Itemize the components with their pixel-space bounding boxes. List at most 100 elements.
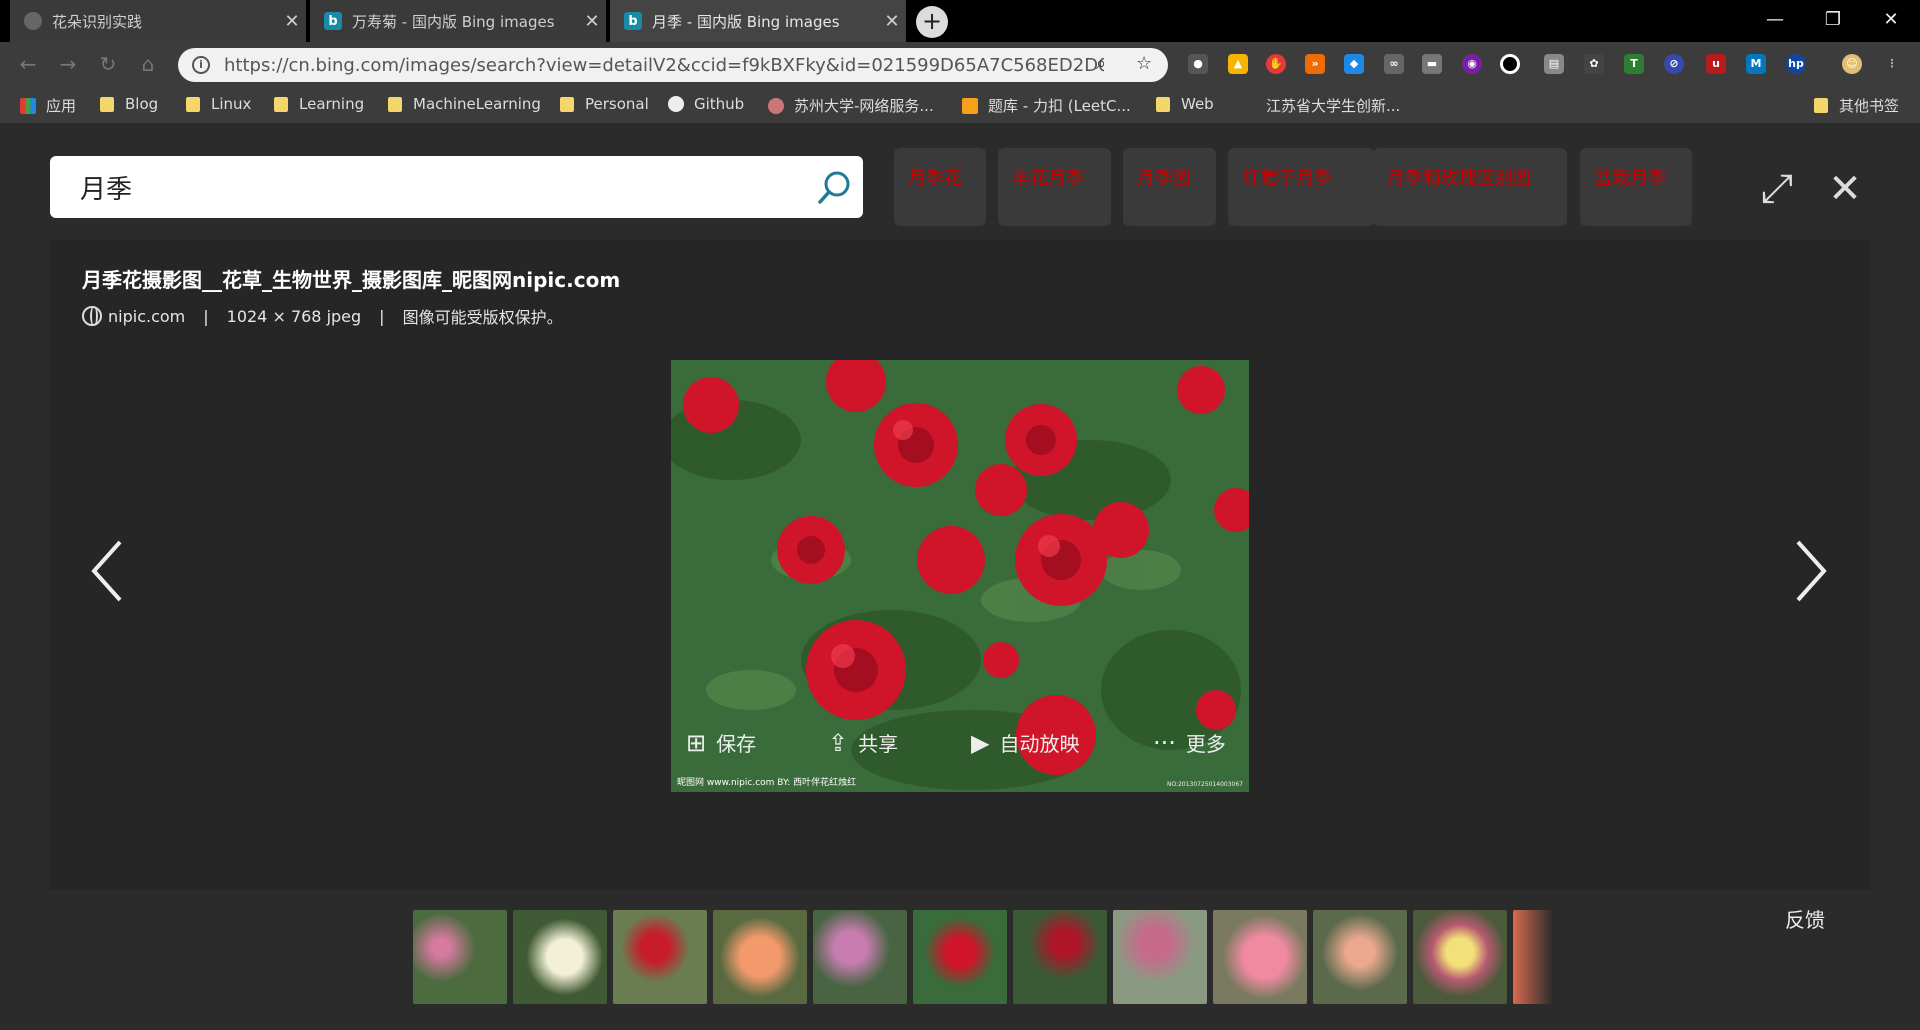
copyright-note: 图像可能受版权保护。 xyxy=(402,308,563,327)
thumbnail[interactable] xyxy=(413,910,507,1004)
divider: | xyxy=(379,306,385,326)
expand-icon[interactable]: ⤢ xyxy=(1752,164,1802,214)
extension-gnome-icon[interactable]: ✿ xyxy=(1584,54,1604,74)
thumbnail[interactable] xyxy=(613,910,707,1004)
image-detail-overlay: 月季 月季花 丰花月季 月季图 红帽子月季 月季和玫瑰区别图 盆栽月季 ⤢ ✕ … xyxy=(0,124,1920,1030)
minimize-button[interactable]: — xyxy=(1752,4,1798,36)
bookmark-github[interactable]: Github xyxy=(668,95,744,113)
bookmark-star-icon[interactable]: ☆ xyxy=(1136,53,1152,74)
bing-icon: b xyxy=(624,12,642,30)
source-domain[interactable]: nipic.com xyxy=(108,307,185,326)
extension-m-icon[interactable]: M xyxy=(1746,54,1766,74)
extension-hp-icon[interactable]: hp xyxy=(1786,54,1806,74)
extension-color-icon[interactable]: ◉ xyxy=(1462,54,1482,74)
bookmark-label: Personal xyxy=(585,95,649,113)
thumbnail[interactable] xyxy=(1313,910,1407,1004)
bookmark-suda[interactable]: 苏州大学-网络服务... xyxy=(768,95,934,116)
extension-drive-icon[interactable]: ▲ xyxy=(1228,54,1248,74)
related-chip[interactable]: 丰花月季 xyxy=(998,148,1111,226)
forward-button[interactable]: → xyxy=(54,50,82,78)
thumbnail[interactable] xyxy=(813,910,907,1004)
extension-reader-icon[interactable]: ▤ xyxy=(1544,54,1564,74)
bookmark-label: 江苏省大学生创新... xyxy=(1266,97,1401,115)
related-chip[interactable]: 红帽子月季 xyxy=(1228,148,1374,226)
bookmark-blog[interactable]: Blog xyxy=(100,95,158,113)
search-icon[interactable] xyxy=(803,157,863,217)
search-input[interactable]: 月季 xyxy=(80,169,803,206)
bookmark-machinelearning[interactable]: MachineLearning xyxy=(388,95,541,113)
slideshow-label: 自动放映 xyxy=(999,732,1080,756)
thumbnail[interactable] xyxy=(1113,910,1207,1004)
bookmark-jiangsu[interactable]: 江苏省大学生创新... xyxy=(1240,95,1400,116)
thumbnail[interactable] xyxy=(713,910,807,1004)
extension-diamond-icon[interactable]: ◆ xyxy=(1344,54,1364,74)
image-title[interactable]: 月季花摄影图__花草_生物世界_摄影图库_昵图网nipic.com xyxy=(82,264,620,293)
extension-mask-icon[interactable]: ▬ xyxy=(1422,54,1442,74)
folder-icon xyxy=(1156,96,1170,112)
menu-icon[interactable]: ⋮ xyxy=(1882,54,1902,74)
related-chip[interactable]: 月季和玫瑰区别图 xyxy=(1373,148,1567,226)
save-label: 保存 xyxy=(716,732,757,756)
zoom-icon[interactable]: ⌕ xyxy=(1096,53,1106,74)
thumbnail-selected[interactable] xyxy=(913,910,1007,1004)
globe-icon xyxy=(24,12,42,30)
tab-rose-active[interactable]: b 月季 - 国内版 Bing images ✕ xyxy=(610,0,906,42)
address-bar[interactable]: i https://cn.bing.com/images/search?view… xyxy=(178,48,1168,82)
close-icon[interactable]: ✕ xyxy=(578,11,606,32)
globe-icon xyxy=(82,306,102,326)
bookmark-linux[interactable]: Linux xyxy=(186,95,251,113)
bookmark-learning[interactable]: Learning xyxy=(274,95,364,113)
save-icon: ⊞ xyxy=(686,728,707,757)
tab-marigold[interactable]: b 万寿菊 - 国内版 Bing images ✕ xyxy=(310,0,606,42)
search-box[interactable]: 月季 xyxy=(50,156,863,218)
close-icon[interactable]: ✕ xyxy=(878,11,906,32)
thumbnail[interactable] xyxy=(1013,910,1107,1004)
extension-glasses-icon[interactable]: ∞ xyxy=(1384,54,1404,74)
home-button[interactable]: ⌂ xyxy=(134,50,162,78)
bookmark-apps[interactable]: 应用 xyxy=(20,95,76,116)
more-button[interactable]: ··· 更多 xyxy=(1153,728,1226,757)
url-text[interactable]: https://cn.bing.com/images/search?view=d… xyxy=(224,55,1104,76)
play-icon: ▶ xyxy=(971,728,990,757)
back-button[interactable]: ← xyxy=(14,50,42,78)
next-arrow-icon[interactable] xyxy=(1790,536,1830,606)
save-button[interactable]: ⊞ 保存 xyxy=(686,728,756,757)
extension-circle-icon[interactable] xyxy=(1500,54,1520,74)
thumbnail[interactable] xyxy=(1213,910,1307,1004)
close-icon[interactable]: ✕ xyxy=(1820,164,1870,214)
info-icon[interactable]: i xyxy=(192,56,210,74)
reload-button[interactable]: ↻ xyxy=(94,50,122,78)
profile-avatar[interactable]: ☺ xyxy=(1842,54,1862,74)
extension-orange-icon[interactable]: » xyxy=(1305,54,1325,74)
thumbnail[interactable] xyxy=(1413,910,1507,1004)
thumbnail[interactable] xyxy=(1513,910,1553,1004)
thumbnail[interactable] xyxy=(513,910,607,1004)
new-tab-button[interactable]: + xyxy=(916,6,948,38)
feedback-link[interactable]: 反馈 xyxy=(1785,904,1825,933)
extension-ublock-icon[interactable]: u xyxy=(1706,54,1726,74)
slideshow-button[interactable]: ▶ 自动放映 xyxy=(971,728,1079,757)
related-chip[interactable]: 月季图 xyxy=(1123,148,1216,226)
extension-stop-icon[interactable]: ✋ xyxy=(1266,54,1286,74)
bookmark-personal[interactable]: Personal xyxy=(560,95,649,113)
close-icon[interactable]: ✕ xyxy=(278,11,306,32)
tab-flower-practice[interactable]: 花朵识别实践 ✕ xyxy=(10,0,306,42)
share-button[interactable]: ⇪ 共享 xyxy=(828,728,898,757)
restore-button[interactable]: ❐ xyxy=(1810,4,1856,36)
bookmark-leetcode[interactable]: 题库 - 力扣 (LeetC... xyxy=(962,95,1131,116)
related-chip[interactable]: 月季花 xyxy=(894,148,986,226)
prev-arrow-icon[interactable] xyxy=(88,536,128,606)
bookmark-web[interactable]: Web xyxy=(1156,95,1214,113)
extension-translate-icon[interactable]: T xyxy=(1624,54,1644,74)
close-window-button[interactable]: ✕ xyxy=(1868,4,1914,36)
share-icon: ⇪ xyxy=(828,728,849,757)
tab-title: 花朵识别实践 xyxy=(52,12,143,31)
folder-icon xyxy=(1814,98,1828,113)
extension-bulb-icon[interactable]: ● xyxy=(1188,54,1208,74)
bookmark-label: Web xyxy=(1181,95,1214,113)
browser-toolbar: ← → ↻ ⌂ i https://cn.bing.com/images/sea… xyxy=(0,42,1920,86)
bookmark-label: Blog xyxy=(125,95,159,113)
bookmark-other[interactable]: 其他书签 xyxy=(1814,95,1899,116)
extension-block-icon[interactable]: ⊘ xyxy=(1664,54,1684,74)
related-chip[interactable]: 盆栽月季 xyxy=(1580,148,1692,226)
